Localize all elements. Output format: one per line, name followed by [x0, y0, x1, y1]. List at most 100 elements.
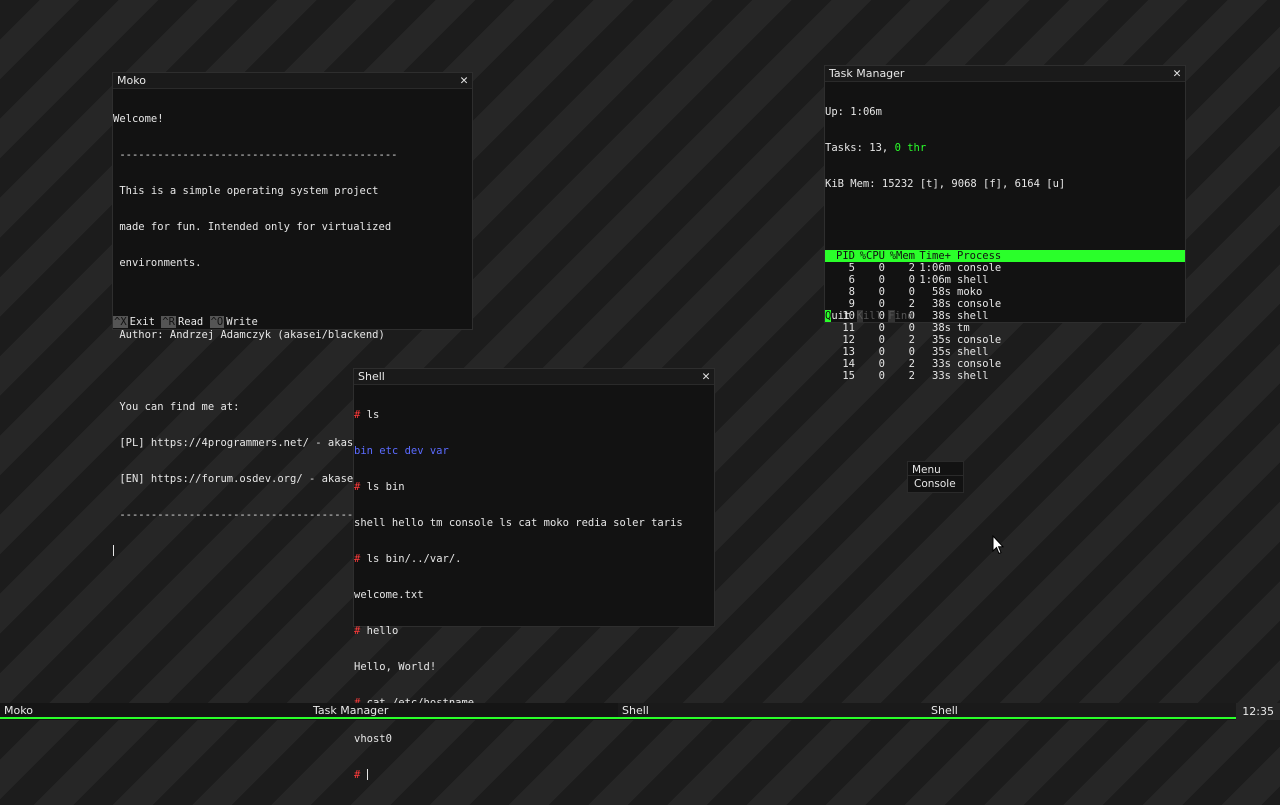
table-row[interactable]: 13 0 0 35s shell [825, 346, 1185, 358]
tasks-line: Tasks: 13, 0 thr [825, 142, 1185, 154]
moko-window[interactable]: Moko ✕ Welcome! ------------------------… [112, 72, 473, 556]
command-text: hello [366, 625, 399, 637]
prompt-symbol: # [354, 769, 361, 781]
shortcut-key-read[interactable]: ^R [161, 316, 176, 328]
cell-time: 35s [932, 346, 951, 358]
cell-mem: 0 [908, 346, 915, 358]
cell-time: 33s [932, 358, 951, 370]
moko-titlebar[interactable]: Moko ✕ [113, 73, 472, 89]
cell-cpu: 0 [878, 262, 885, 274]
prompt-symbol: # [354, 409, 361, 421]
cell-pid: 13 [842, 346, 855, 358]
cell-pid: 14 [842, 358, 855, 370]
shortcut-label-write[interactable]: Write [226, 316, 258, 328]
input-line[interactable]: # [354, 769, 714, 781]
cell-cpu: 0 [878, 346, 885, 358]
col-process[interactable]: Process [951, 250, 1185, 262]
kill-action[interactable]: Kill [856, 310, 882, 322]
taskbar-item-shell[interactable]: Shell [927, 703, 1236, 719]
cell-cpu: 0 [878, 298, 885, 310]
close-icon[interactable]: ✕ [702, 369, 710, 384]
uptime-line: Up: 1:06m [825, 106, 1185, 118]
cell-pid: 5 [848, 262, 855, 274]
cell-cpu: 0 [878, 370, 885, 382]
cell-pid: 15 [842, 370, 855, 382]
cell-mem: 0 [908, 322, 915, 334]
find-action[interactable]: Find [888, 310, 914, 322]
command-line: # hello [354, 625, 714, 637]
table-row[interactable]: 9 0 2 38s console [825, 298, 1185, 310]
shell-titlebar[interactable]: Shell ✕ [354, 369, 714, 385]
text-cursor [366, 769, 368, 780]
task-manager-titlebar[interactable]: Task Manager ✕ [825, 66, 1185, 82]
task-manager-window[interactable]: Task Manager ✕ Up: 1:06m Tasks: 13, 0 th… [824, 65, 1186, 382]
close-icon[interactable]: ✕ [460, 73, 468, 88]
shortcut-label-read[interactable]: Read [178, 316, 203, 328]
menu-item-console[interactable]: Console [908, 476, 963, 492]
tasks-count: 13, [869, 142, 889, 154]
cell-time: 1:06m [919, 274, 951, 286]
cell-pid: 8 [848, 286, 855, 298]
table-row[interactable]: 15 0 2 33s shell [825, 370, 1185, 382]
table-row[interactable]: 8 0 0 58s moko [825, 286, 1185, 298]
find-label: ind [894, 310, 914, 322]
shell-title: Shell [358, 370, 385, 383]
cell-process: shell [957, 370, 989, 382]
taskbar-item-task-manager[interactable]: Task Manager [309, 703, 618, 719]
cell-mem: 0 [908, 286, 915, 298]
quit-action[interactable]: Quit [825, 310, 850, 322]
shell-window[interactable]: Shell ✕ # ls bin etc dev var # ls bin sh… [353, 368, 715, 781]
cell-process: tm [957, 322, 970, 334]
moko-line: Author: Andrzej Adamczyk (akasei/blacken… [113, 329, 385, 341]
cell-time: 33s [932, 370, 951, 382]
shortcut-key-exit[interactable]: ^X [113, 316, 128, 328]
cell-cpu: 0 [878, 358, 885, 370]
task-manager-action-bar: Quit Kill Find [825, 310, 1185, 322]
process-table-header: PID %CPU %Mem Time+ Process [825, 250, 1185, 262]
command-text: ls bin [366, 481, 405, 493]
cell-mem: 2 [908, 370, 915, 382]
table-row[interactable]: 5 0 2 1:06m console [825, 262, 1185, 274]
cell-process: console [957, 262, 1002, 274]
cell-time: 38s [932, 322, 951, 334]
taskbar: Moko Task Manager Shell Shell 12:35 [0, 703, 1280, 720]
cell-pid: 9 [848, 298, 855, 310]
col-mem[interactable]: %Mem [885, 250, 915, 262]
output-line: vhost0 [354, 733, 392, 745]
table-row[interactable]: 12 0 2 35s console [825, 334, 1185, 346]
moko-line: This is a simple operating system projec… [113, 185, 379, 197]
cell-process: shell [957, 274, 989, 286]
table-row[interactable]: 6 0 0 1:06m shell [825, 274, 1185, 286]
command-line: # ls bin/../var/. [354, 553, 714, 565]
command-line: # ls [354, 409, 714, 421]
col-pid[interactable]: PID [825, 250, 855, 262]
shell-terminal[interactable]: # ls bin etc dev var # ls bin shell hell… [354, 385, 714, 805]
cell-pid: 11 [842, 322, 855, 334]
taskbar-item-moko[interactable]: Moko [0, 703, 309, 719]
task-manager-title: Task Manager [829, 67, 905, 80]
table-row[interactable]: 14 0 2 33s console [825, 358, 1185, 370]
shortcut-key-write[interactable]: ^O [209, 316, 225, 328]
taskbar-item-shell[interactable]: Shell [618, 703, 927, 719]
col-cpu[interactable]: %CPU [855, 250, 885, 262]
command-line: # ls bin [354, 481, 714, 493]
cell-mem: 2 [908, 358, 915, 370]
moko-line: environments. [113, 257, 202, 269]
threads-count: 0 thr [894, 142, 927, 154]
close-icon[interactable]: ✕ [1173, 66, 1181, 81]
col-time[interactable]: Time+ [915, 250, 951, 262]
cell-cpu: 0 [878, 334, 885, 346]
output-line: shell hello tm console ls cat moko redia… [354, 517, 683, 529]
cell-pid: 12 [842, 334, 855, 346]
cell-process: shell [957, 346, 989, 358]
prompt-symbol: # [354, 625, 361, 637]
shortcut-label-exit[interactable]: Exit [130, 316, 155, 328]
moko-line: made for fun. Intended only for virtuali… [113, 221, 392, 233]
table-row[interactable]: 11 0 0 38s tm [825, 322, 1185, 334]
command-text: ls bin/../var/. [366, 553, 462, 565]
cell-process: console [957, 358, 1002, 370]
moko-title: Moko [117, 74, 146, 87]
cell-cpu: 0 [878, 322, 885, 334]
cell-pid: 6 [848, 274, 855, 286]
